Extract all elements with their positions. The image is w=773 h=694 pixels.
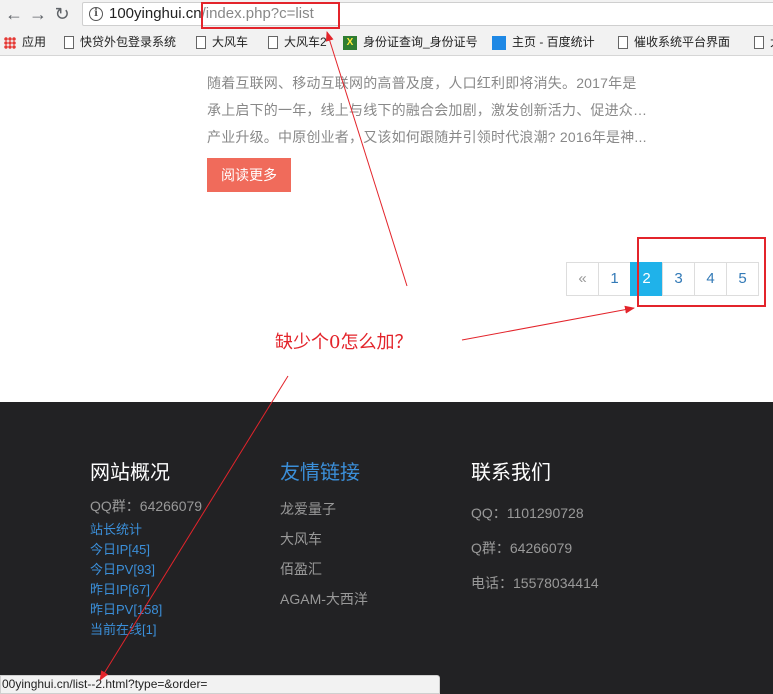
bookmarks-bar: 应用 快贷外包登录系统 大风车 大风车2 X 身份证查询_身份证号 主页 - 百度… xyxy=(0,30,773,54)
bookmark-item[interactable]: 催收系统平台界面 xyxy=(618,34,730,50)
bookmark-item[interactable]: 主页 - 百度统计 xyxy=(492,34,595,50)
browser-chrome: ← → ↻ i 100yinghui.cn/index.php?c=list 应… xyxy=(0,0,773,56)
page: ← → ↻ i 100yinghui.cn/index.php?c=list 应… xyxy=(0,0,773,694)
bookmark-item[interactable]: 快贷外包登录系统 xyxy=(64,34,176,50)
stats-link[interactable]: 站长统计 xyxy=(90,520,162,540)
site-stats: 站长统计 今日IP[45] 今日PV[93] 昨日IP[67] 昨日PV[158… xyxy=(90,520,162,640)
page-icon xyxy=(754,36,764,50)
pagination-prev[interactable]: « xyxy=(566,262,599,296)
bookmark-item[interactable]: 大风车2 xyxy=(268,34,327,50)
stats-link[interactable]: 当前在线[1] xyxy=(90,620,162,640)
bookmark-apps[interactable]: 应用 xyxy=(4,34,46,50)
stats-link[interactable]: 今日IP[45] xyxy=(90,540,162,560)
bookmark-item[interactable]: 大风车 xyxy=(196,34,248,50)
chart-icon xyxy=(492,35,506,50)
contact-list: QQ：1101290728 Q群：64266079 电话：15578034414 xyxy=(471,496,599,601)
bookmark-item[interactable]: X 身份证查询_身份证号 xyxy=(343,34,478,50)
site-footer: 网站概况 QQ群：64266079 站长统计 今日IP[45] 今日PV[93]… xyxy=(0,402,773,694)
bookmark-label: 快贷外包登录系统 xyxy=(80,35,177,49)
annotation-url-highlight-box xyxy=(201,2,340,29)
bookmark-label: 应用 xyxy=(22,35,47,49)
bookmark-label: 大风车 xyxy=(212,35,249,49)
bookmark-item[interactable]: 大 xyxy=(754,34,773,50)
pagination-page-1[interactable]: 1 xyxy=(598,262,631,296)
address-bar[interactable]: i 100yinghui.cn/index.php?c=list xyxy=(82,2,773,26)
bookmark-label: 身份证查询_身份证号 xyxy=(363,35,478,49)
page-icon xyxy=(64,36,74,50)
bookmark-label: 主页 - 百度统计 xyxy=(512,35,595,49)
annotation-arrow-to-pagination xyxy=(461,305,635,341)
qq-group-text: QQ群：64266079 xyxy=(90,498,203,514)
friend-link[interactable]: AGAM-大西洋 xyxy=(280,584,368,614)
url-host: 100yinghui.cn xyxy=(109,5,202,22)
excerpt-line: 产业升级。中原创业者，又该如何跟随并引领时代浪潮? 2016年是神... xyxy=(207,129,647,145)
annotation-pagination-highlight-box xyxy=(637,237,766,307)
back-arrow-icon[interactable]: ← xyxy=(4,4,24,24)
id-card-icon: X xyxy=(343,35,357,50)
reload-icon[interactable]: ↻ xyxy=(52,4,72,24)
apps-icon xyxy=(4,36,16,49)
annotation-question-text: 缺少个0怎么加？ xyxy=(275,332,413,353)
friend-link[interactable]: 大风车 xyxy=(280,524,368,554)
contact-qq: QQ：1101290728 xyxy=(471,505,584,521)
bookmark-label: 催收系统平台界面 xyxy=(634,35,731,49)
status-bar-url: 00yinghui.cn/list--2.html?type=&order= xyxy=(0,675,440,694)
page-icon xyxy=(618,36,628,50)
footer-heading[interactable]: 友情链接 xyxy=(280,456,360,485)
excerpt-line: 随着互联网、移动互联网的高普及度，人口红利即将消失。2017年是 xyxy=(207,75,637,91)
article-excerpt: 随着互联网、移动互联网的高普及度，人口红利即将消失。2017年是 承上启下的一年… xyxy=(207,70,647,151)
stats-link[interactable]: 今日PV[93] xyxy=(90,560,162,580)
friend-link[interactable]: 佰盈汇 xyxy=(280,554,368,584)
forward-arrow-icon[interactable]: → xyxy=(28,4,48,24)
page-icon xyxy=(268,36,278,50)
contact-phone: 电话：15578034414 xyxy=(471,575,599,591)
friend-links-list: 龙爱量子 大风车 佰盈汇 AGAM-大西洋 xyxy=(280,494,368,614)
read-more-button[interactable]: 阅读更多 xyxy=(207,158,291,192)
friend-link[interactable]: 龙爱量子 xyxy=(280,494,368,524)
contact-q-group: Q群：64266079 xyxy=(471,540,573,556)
bookmark-label: 大风车2 xyxy=(284,35,327,49)
footer-heading: 网站概况 xyxy=(90,462,170,484)
stats-link[interactable]: 昨日PV[158] xyxy=(90,600,162,620)
footer-heading: 联系我们 xyxy=(471,462,551,484)
info-icon[interactable]: i xyxy=(89,7,103,21)
stats-link[interactable]: 昨日IP[67] xyxy=(90,580,162,600)
excerpt-line: 承上启下的一年，线上与线下的融合会加剧，激发创新活力、促进众多 xyxy=(207,102,647,118)
page-icon xyxy=(196,36,206,50)
